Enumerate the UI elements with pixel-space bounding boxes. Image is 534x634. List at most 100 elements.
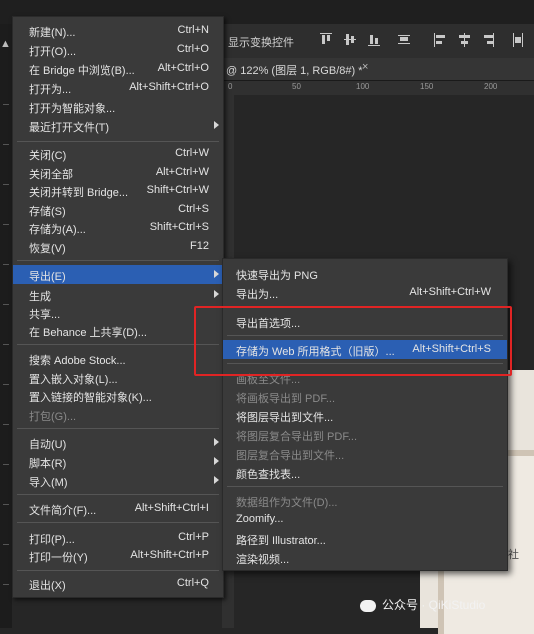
menu-item-automate[interactable]: 自动(U) (13, 433, 223, 452)
menu-item-export[interactable]: 导出(E) (13, 265, 223, 284)
menu-item-close-all[interactable]: 关闭全部 Alt+Ctrl+W (13, 163, 223, 182)
menu-item-label: 打印一份(Y) (29, 552, 88, 564)
show-transform-controls-label[interactable]: 显示变换控件 (228, 34, 294, 50)
submenu-item-label: 将画板导出到 PDF... (236, 393, 336, 405)
submenu-item-render-video[interactable]: 渲染视频... (223, 548, 507, 567)
menu-separator (17, 570, 219, 571)
menu-item-revert[interactable]: 恢复(V) F12 (13, 237, 223, 256)
menu-item-label: 新建(N)... (29, 27, 76, 39)
align-bottom-icon[interactable] (368, 33, 380, 47)
menu-item-shortcut: Ctrl+W (175, 147, 209, 159)
menu-item-save[interactable]: 存储(S) Ctrl+S (13, 200, 223, 219)
menu-item-label: 文件简介(F)... (29, 505, 97, 517)
menu-item-share-on-behance[interactable]: 在 Behance 上共享(D)... (13, 321, 223, 340)
menu-item-shortcut: Ctrl+S (178, 203, 209, 215)
menu-item-print-one-copy[interactable]: 打印一份(Y) Alt+Shift+Ctrl+P (13, 546, 223, 565)
menu-item-package: 打包(G)... (13, 405, 223, 424)
align-left-icon[interactable] (434, 33, 446, 47)
menu-item-close[interactable]: 关闭(C) Ctrl+W (13, 144, 223, 163)
submenu-arrow-icon (214, 438, 219, 446)
ruler-label: 200 (484, 82, 498, 91)
submenu-item-zoomify[interactable]: Zoomify... (223, 510, 507, 529)
menu-item-share[interactable]: 共享... (13, 303, 223, 322)
menu-item-label: 共享... (29, 309, 61, 321)
menu-item-label: 自动(U) (29, 439, 67, 451)
menu-item-print[interactable]: 打印(P)... Ctrl+P (13, 528, 223, 547)
align-right-icon[interactable] (482, 33, 494, 47)
menu-item-shortcut: Alt+Shift+Ctrl+O (129, 81, 209, 93)
menu-item-label: 在 Bridge 中浏览(B)... (29, 65, 135, 77)
submenu-item-label: 导出为... (236, 289, 279, 301)
submenu-item-label: 图层复合导出到文件... (236, 450, 345, 462)
menu-item-file-info[interactable]: 文件简介(F)... Alt+Shift+Ctrl+I (13, 499, 223, 518)
submenu-item-label: 快速导出为 PNG (236, 270, 318, 282)
menu-item-generate[interactable]: 生成 (13, 285, 223, 304)
menu-item-label: 生成 (29, 291, 51, 303)
menu-item-open-as-smart-object[interactable]: 打开为智能对象... (13, 97, 223, 116)
align-vertical-center-icon[interactable] (344, 33, 356, 47)
menu-item-shortcut: Alt+Ctrl+W (155, 166, 209, 178)
menu-separator (17, 141, 219, 142)
menu-item-label: 存储(S) (29, 206, 66, 218)
close-tab-icon[interactable]: × (362, 61, 368, 73)
submenu-arrow-icon (214, 476, 219, 484)
submenu-item-layer-comps-to-files: 图层复合导出到文件... (223, 444, 507, 463)
submenu-item-label: 数据组作为文件(D)... (236, 497, 338, 509)
submenu-item-layer-comps-to-pdf: 将图层复合导出到 PDF... (223, 425, 507, 444)
menu-item-place-linked[interactable]: 置入链接的智能对象(K)... (13, 386, 223, 405)
menu-item-label: 退出(X) (29, 580, 66, 592)
menu-separator (17, 260, 219, 261)
home-icon[interactable]: ▲ (0, 38, 11, 50)
menu-item-save-as[interactable]: 存储为(A)... Shift+Ctrl+S (13, 218, 223, 237)
menu-item-close-and-go-to-bridge[interactable]: 关闭并转到 Bridge... Shift+Ctrl+W (13, 181, 223, 200)
ruler-label: 150 (420, 82, 434, 91)
menu-item-search-adobe-stock[interactable]: 搜索 Adobe Stock... (13, 349, 223, 368)
submenu-item-color-lookup-tables[interactable]: 颜色查找表... (223, 463, 507, 482)
submenu-arrow-icon (214, 290, 219, 298)
menu-item-open[interactable]: 打开(O)... Ctrl+O (13, 40, 223, 59)
document-tab[interactable]: @ 122% (图层 1, RGB/8#) * (226, 62, 363, 78)
submenu-item-artboards-to-pdf: 将画板导出到 PDF... (223, 387, 507, 406)
menu-separator (17, 344, 219, 345)
menu-item-label: 导入(M) (29, 477, 68, 489)
submenu-item-layers-to-files[interactable]: 将图层导出到文件... (223, 406, 507, 425)
ruler-label: 50 (292, 82, 301, 91)
menu-item-new[interactable]: 新建(N)... Ctrl+N (13, 21, 223, 40)
menu-item-label: 搜索 Adobe Stock... (29, 355, 126, 367)
menu-item-scripts[interactable]: 脚本(R) (13, 452, 223, 471)
menu-item-shortcut: Ctrl+P (178, 531, 209, 543)
align-top-icon[interactable] (320, 33, 332, 47)
menu-item-open-as[interactable]: 打开为... Alt+Shift+Ctrl+O (13, 78, 223, 97)
submenu-item-label: 将图层复合导出到 PDF... (236, 431, 358, 443)
menu-item-shortcut: F12 (190, 240, 209, 252)
submenu-arrow-icon (214, 270, 219, 278)
submenu-item-paths-to-illustrator[interactable]: 路径到 Illustrator... (223, 529, 507, 548)
menu-item-label: 置入嵌入对象(L)... (29, 374, 118, 386)
menu-item-exit[interactable]: 退出(X) Ctrl+Q (13, 574, 223, 593)
menu-item-label: 置入链接的智能对象(K)... (29, 392, 152, 404)
menu-item-place-embedded[interactable]: 置入嵌入对象(L)... (13, 368, 223, 387)
distribute-horizontal-icon[interactable] (512, 33, 524, 47)
align-horizontal-center-icon[interactable] (458, 33, 470, 47)
menu-item-open-recent[interactable]: 最近打开文件(T) (13, 116, 223, 135)
menu-item-shortcut: Alt+Shift+Ctrl+I (134, 502, 209, 514)
menu-item-label: 打包(G)... (29, 411, 77, 423)
submenu-item-quick-export-png[interactable]: 快速导出为 PNG (223, 264, 507, 283)
submenu-item-label: Zoomify... (236, 513, 284, 525)
submenu-item-label: 路径到 Illustrator... (236, 535, 326, 547)
submenu-item-label: 颜色查找表... (236, 469, 301, 481)
menu-item-label: 关闭全部 (29, 169, 73, 181)
file-menu: 新建(N)... Ctrl+N 打开(O)... Ctrl+O 在 Bridge 中… (12, 16, 224, 598)
menu-separator (17, 494, 219, 495)
submenu-item-label: 渲染视频... (236, 554, 290, 566)
horizontal-ruler: 0 50 100 150 200 (222, 81, 534, 96)
submenu-item-export-as[interactable]: 导出为... Alt+Shift+Ctrl+W (223, 283, 507, 302)
menu-item-browse-in-bridge[interactable]: 在 Bridge 中浏览(B)... Alt+Ctrl+O (13, 59, 223, 78)
menu-item-shortcut: Alt+Ctrl+O (157, 62, 209, 74)
watermark: 公众号 · QiKiStudio (360, 596, 485, 613)
menu-item-shortcut: Shift+Ctrl+W (146, 184, 209, 196)
distribute-top-icon[interactable] (398, 33, 410, 47)
menu-item-import[interactable]: 导入(M) (13, 471, 223, 490)
menu-item-label: 关闭并转到 Bridge... (29, 187, 129, 199)
menu-item-shortcut: Ctrl+N (177, 24, 209, 36)
